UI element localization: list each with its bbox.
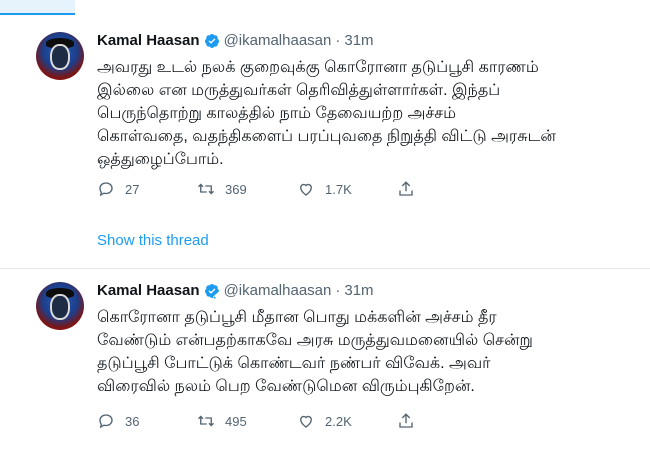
separator-dot: · — [335, 282, 341, 299]
share-icon — [399, 181, 413, 196]
heart-icon — [300, 183, 312, 196]
show-thread-link[interactable]: Show this thread — [97, 232, 209, 249]
like-count: 1.7K — [325, 181, 352, 197]
verified-badge-icon — [204, 283, 219, 299]
tweet-header: Kamal Haasan @ikamalhaasan · 31m — [97, 32, 374, 49]
avatar[interactable] — [36, 282, 84, 330]
share-button[interactable] — [397, 412, 437, 430]
tweet-timestamp[interactable]: 31m — [344, 32, 373, 49]
tweet-text: கொரோனா தடுப்பூசி மீதான பொது மக்களின் அச்… — [97, 309, 533, 395]
like-button[interactable]: 2.2K — [297, 412, 397, 430]
reply-count: 36 — [125, 413, 140, 429]
tweet[interactable]: Kamal Haasan @ikamalhaasan · 31m கொரோனா … — [0, 268, 650, 450]
reply-button[interactable]: 36 — [97, 412, 197, 430]
share-icon — [399, 413, 413, 428]
author-handle[interactable]: @ikamalhaasan — [224, 282, 332, 299]
author-name[interactable]: Kamal Haasan — [97, 32, 200, 49]
like-count: 2.2K — [325, 413, 352, 429]
verified-badge-icon — [204, 33, 219, 48]
author-name[interactable]: Kamal Haasan — [97, 282, 200, 299]
retweet-icon — [198, 415, 214, 427]
tweet-text: அவரது உடல் நலக் குறைவுக்கு கொரோனா தடுப்ப… — [97, 59, 556, 168]
retweet-count: 369 — [225, 181, 247, 197]
avatar-face — [50, 44, 70, 70]
reply-count: 27 — [125, 181, 140, 197]
tweet-actions: 36 495 2.2K — [97, 412, 437, 430]
tweet-header: Kamal Haasan @ikamalhaasan · 31m — [97, 282, 374, 299]
retweet-icon — [198, 183, 214, 195]
tweet-actions: 27 369 1.7K — [97, 180, 437, 198]
author-handle[interactable]: @ikamalhaasan — [224, 32, 332, 49]
retweet-button[interactable]: 495 — [197, 412, 297, 430]
tweet[interactable]: Kamal Haasan @ikamalhaasan · 31m அவரது உ… — [0, 18, 650, 268]
retweet-count: 495 — [225, 413, 247, 429]
tweet-timestamp[interactable]: 31m — [344, 282, 373, 299]
avatar[interactable] — [36, 32, 84, 80]
separator-dot: · — [335, 32, 341, 49]
like-button[interactable]: 1.7K — [297, 180, 397, 198]
retweet-button[interactable]: 369 — [197, 180, 297, 198]
avatar-face — [50, 294, 70, 320]
tab-indicator — [0, 0, 75, 15]
heart-icon — [300, 415, 312, 428]
reply-icon — [99, 414, 113, 429]
reply-icon — [99, 182, 113, 197]
reply-button[interactable]: 27 — [97, 180, 197, 198]
top-strip — [0, 0, 650, 20]
share-button[interactable] — [397, 180, 437, 198]
